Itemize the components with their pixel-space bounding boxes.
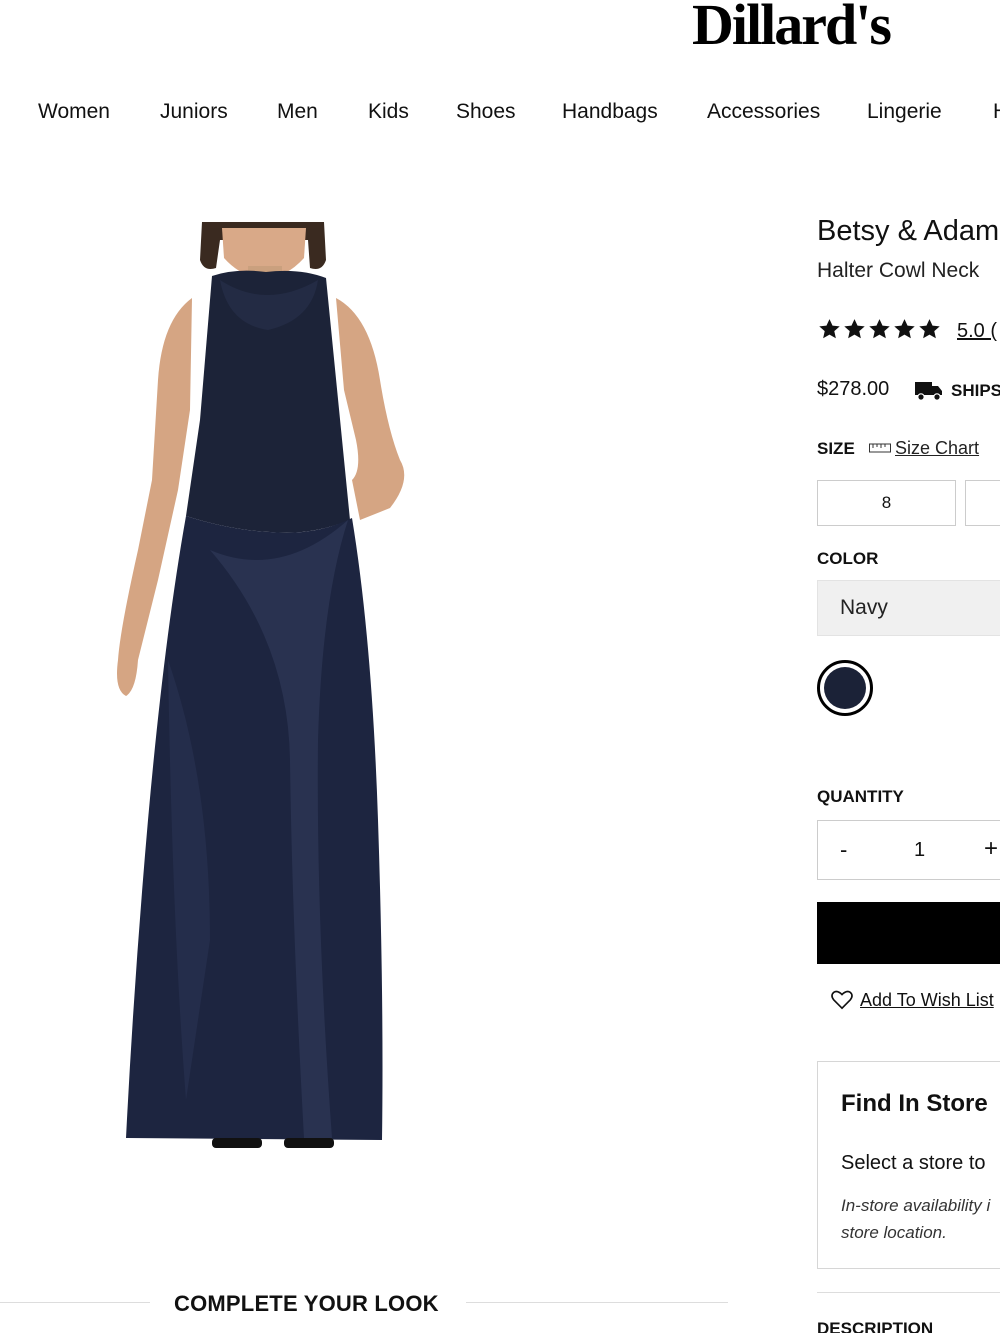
size-label: SIZE (817, 439, 855, 458)
nav-item-kids[interactable]: Kids (368, 98, 409, 126)
star-icon (894, 319, 915, 339)
star-icon (844, 319, 865, 339)
rating-link[interactable]: 5.0 ( (957, 319, 997, 343)
quantity-increment-button[interactable]: + (984, 835, 998, 863)
quantity-input[interactable]: 1 (914, 837, 925, 863)
color-select[interactable]: Navy (817, 580, 1000, 636)
nav-item-juniors[interactable]: Juniors (160, 98, 228, 126)
nav-item-shoes[interactable]: Shoes (456, 98, 516, 126)
nav-item-handbags[interactable]: Handbags (562, 98, 658, 126)
quantity-label: QUANTITY (817, 787, 904, 806)
star-icon (919, 319, 940, 339)
product-image[interactable] (60, 220, 480, 1160)
size-option-next[interactable] (965, 480, 1000, 526)
model-shoe-left (212, 1138, 262, 1148)
add-to-bag-button[interactable] (817, 902, 1000, 964)
description-heading[interactable]: DESCRIPTION (817, 1318, 933, 1333)
size-option-8[interactable]: 8 (817, 480, 956, 526)
nav-item-women[interactable]: Women (38, 98, 110, 126)
rating-stars (817, 317, 942, 342)
section-divider-left (0, 1302, 150, 1303)
add-to-wish-list-link[interactable]: Add To Wish List (860, 988, 994, 1012)
quantity-stepper: - 1 + (817, 820, 1000, 880)
product-details-panel: Betsy & Adam Halter Cowl Neck 5.0 ( $278… (817, 0, 1000, 1333)
heart-icon[interactable] (831, 990, 853, 1010)
swatch-fill (824, 667, 866, 709)
size-chart-link[interactable]: Size Chart (895, 437, 979, 459)
store-note-line-1: In-store availability i (841, 1196, 991, 1215)
store-availability-note: In-store availability i store location. (841, 1192, 990, 1246)
section-divider-right (466, 1302, 728, 1303)
product-brand[interactable]: Betsy & Adam (817, 214, 999, 248)
product-name: Halter Cowl Neck (817, 259, 980, 282)
find-in-store-panel: Find In Store Select a store to In-store… (817, 1061, 1000, 1269)
star-icon (819, 319, 840, 339)
color-swatch-navy[interactable] (817, 660, 873, 716)
color-label: COLOR (817, 549, 879, 568)
model-shoe-right (284, 1138, 334, 1148)
truck-icon (915, 382, 942, 401)
find-in-store-title: Find In Store (841, 1090, 988, 1117)
ships-label: SHIPS (951, 381, 1000, 400)
nav-item-men[interactable]: Men (277, 98, 318, 126)
description-divider (817, 1292, 1000, 1293)
select-store-text[interactable]: Select a store to (841, 1150, 986, 1176)
product-price: $278.00 (817, 378, 890, 400)
quantity-decrement-button[interactable]: - (840, 836, 847, 864)
complete-your-look-heading: COMPLETE YOUR LOOK (174, 1291, 439, 1316)
star-icon (869, 319, 890, 339)
store-note-line-2: store location. (841, 1223, 947, 1242)
nav-item-accessories[interactable]: Accessories (707, 98, 820, 126)
ruler-icon (869, 443, 891, 453)
